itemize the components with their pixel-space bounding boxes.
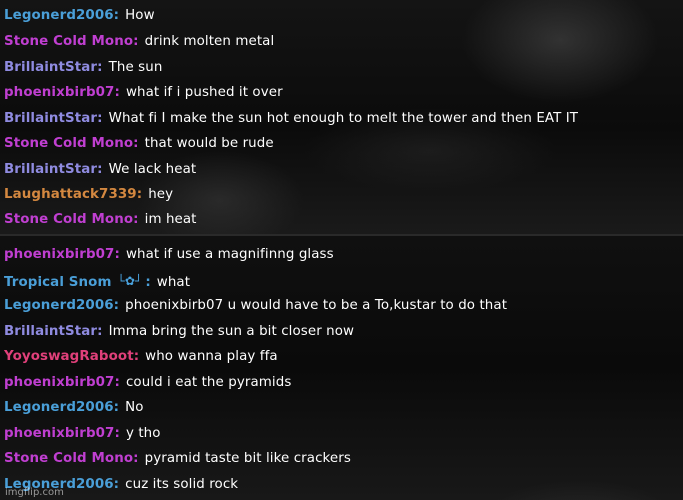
chat-message: Laughattack7339: hey: [4, 187, 174, 202]
role-badge-icon: └✿┘: [117, 274, 143, 288]
chat-username[interactable]: Legonerd2006: [4, 400, 114, 415]
chat-username[interactable]: Stone Cold Mono: [4, 212, 133, 227]
chat-message-text: We lack heat: [108, 162, 197, 177]
chat-message: BrillaintStar: What fi I make the sun hot…: [4, 111, 579, 126]
chat-message-text: could i eat the pyramids: [125, 375, 292, 390]
chat-message-text: pyramid taste bit like crackers: [144, 451, 351, 466]
chat-message: Tropical Snom └✿┘: what: [4, 274, 191, 290]
chat-message-text: im heat: [144, 212, 197, 227]
chat-message: YoyoswagRaboot: who wanna play ffa: [4, 349, 278, 364]
chat-username[interactable]: Laughattack7339: [4, 187, 137, 202]
chat-message: Stone Cold Mono: that would be rude: [4, 136, 274, 151]
chat-username[interactable]: Stone Cold Mono: [4, 136, 133, 151]
chat-message-text: How: [125, 8, 155, 23]
chat-username[interactable]: BrillaintStar: [4, 162, 97, 177]
chat-username[interactable]: BrillaintStar: [4, 324, 97, 339]
chat-message: Stone Cold Mono: drink molten metal: [4, 34, 275, 49]
chat-message-text: The sun: [108, 60, 163, 75]
chat-username[interactable]: phoenixbirb07: [4, 247, 114, 262]
chat-username[interactable]: BrillaintStar: [4, 111, 97, 126]
chat-message: Legonerd2006: How: [4, 8, 155, 23]
chat-message: Stone Cold Mono: im heat: [4, 212, 197, 227]
chat-message: Legonerd2006: phoenixbirb07 u would have …: [4, 298, 508, 313]
chat-message-text: What fi I make the sun hot enough to mel…: [108, 111, 579, 126]
chat-message-text: phoenixbirb07 u would have to be a To,ku…: [125, 298, 508, 313]
chat-message-text: that would be rude: [144, 136, 274, 151]
chat-username[interactable]: phoenixbirb07: [4, 426, 114, 441]
watermark: imgflip.com: [5, 487, 64, 498]
chat-message: BrillaintStar: Imma bring the sun a bit c…: [4, 324, 355, 339]
chat-message: BrillaintStar: We lack heat: [4, 162, 197, 177]
chat-panel-top: Legonerd2006: How Stone Cold Mono: drink m…: [0, 0, 683, 234]
chat-message: phoenixbirb07: what if i pushed it over: [4, 85, 283, 100]
chat-panel-bottom: phoenixbirb07: what if use a magnifinng g…: [0, 236, 683, 500]
chat-message-text: hey: [148, 187, 174, 202]
chat-message: BrillaintStar: The sun: [4, 60, 163, 75]
chat-message-text: what if i pushed it over: [125, 85, 283, 100]
chat-username[interactable]: phoenixbirb07: [4, 85, 114, 100]
chat-username[interactable]: Legonerd2006: [4, 8, 114, 23]
chat-message: Legonerd2006: No: [4, 400, 144, 415]
chat-message: Stone Cold Mono: pyramid taste bit like c…: [4, 451, 351, 466]
chat-message: phoenixbirb07: could i eat the pyramids: [4, 375, 292, 390]
chat-username[interactable]: Stone Cold Mono: [4, 451, 133, 466]
chat-username[interactable]: YoyoswagRaboot: [4, 349, 134, 364]
chat-username[interactable]: phoenixbirb07: [4, 375, 114, 390]
chat-username[interactable]: Tropical Snom: [4, 275, 112, 290]
chat-message-text: who wanna play ffa: [145, 349, 278, 364]
chat-username[interactable]: Stone Cold Mono: [4, 34, 133, 49]
chat-message: phoenixbirb07: y tho: [4, 426, 161, 441]
chat-message-text: cuz its solid rock: [125, 477, 239, 492]
chat-username[interactable]: Legonerd2006: [4, 298, 114, 313]
chat-message-text: y tho: [125, 426, 161, 441]
chat-message-text: Imma bring the sun a bit closer now: [108, 324, 355, 339]
chat-message-text: drink molten metal: [144, 34, 275, 49]
chat-username[interactable]: BrillaintStar: [4, 60, 97, 75]
chat-message: phoenixbirb07: what if use a magnifinng g…: [4, 247, 334, 262]
chat-message-text: what if use a magnifinng glass: [125, 247, 334, 262]
chat-message-text: No: [125, 400, 144, 415]
chat-message-text: what: [156, 275, 191, 290]
